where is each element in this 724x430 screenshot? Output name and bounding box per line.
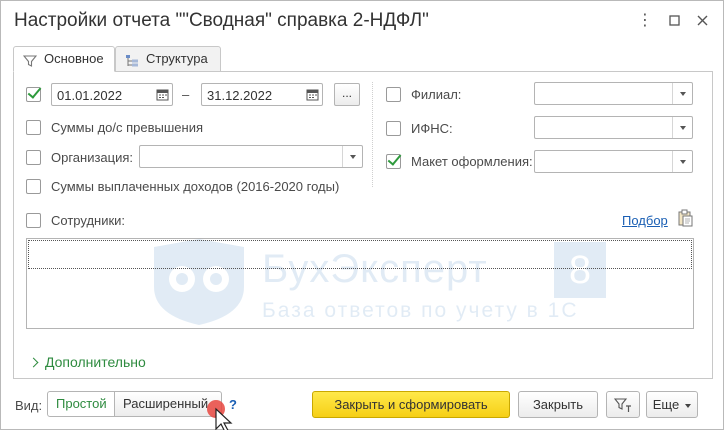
view-simple-button[interactable]: Простой [47, 391, 115, 417]
period-select-button[interactable]: ... [334, 83, 360, 106]
ifns-checkbox[interactable] [386, 121, 401, 136]
more-button-label: Еще [652, 397, 680, 412]
more-icon[interactable]: ⋮ [635, 11, 655, 31]
ifns-field[interactable] [534, 116, 693, 139]
employees-checkbox[interactable] [26, 213, 41, 228]
date-from-value: 01.01.2022 [57, 88, 123, 103]
organization-field[interactable] [139, 145, 363, 168]
close-button[interactable]: Закрыть [518, 391, 598, 418]
settings-panel: БухЭксперт 8 База ответов по учету в 1С … [13, 71, 713, 379]
column-divider [372, 82, 373, 187]
employees-table[interactable] [26, 238, 694, 329]
calendar-icon[interactable] [156, 88, 169, 101]
excess-sums-checkbox[interactable] [26, 120, 41, 135]
filter-t-icon[interactable] [606, 391, 640, 418]
ifns-label: ИФНС: [411, 121, 453, 136]
date-from-field[interactable]: 01.01.2022 [51, 83, 173, 106]
tab-main-label: Основное [44, 51, 104, 66]
calendar-icon[interactable] [306, 88, 319, 101]
close-and-generate-button[interactable]: Закрыть и сформировать [312, 391, 510, 418]
layout-checkbox[interactable] [386, 154, 401, 169]
chevron-right-icon [28, 357, 39, 368]
additional-section-toggle[interactable]: Дополнительно [28, 354, 146, 370]
more-button[interactable]: Еще [646, 391, 698, 418]
branch-field[interactable] [534, 82, 693, 105]
filter-icon [22, 52, 38, 67]
additional-label: Дополнительно [45, 354, 146, 370]
pick-link[interactable]: Подбор [622, 213, 668, 228]
table-row[interactable] [28, 240, 692, 269]
report-settings-window: Настройки отчета ""Сводная" справка 2-НД… [0, 0, 724, 430]
chevron-down-icon[interactable] [672, 83, 692, 104]
view-label: Вид: [15, 398, 43, 413]
close-icon[interactable] [693, 11, 713, 31]
maximize-icon[interactable] [665, 11, 685, 31]
titlebar: Настройки отчета ""Сводная" справка 2-НД… [1, 1, 723, 41]
date-to-field[interactable]: 31.12.2022 [201, 83, 323, 106]
excess-sums-label: Суммы до/с превышения [51, 120, 204, 135]
date-to-value: 31.12.2022 [207, 88, 273, 103]
period-checkbox[interactable] [26, 87, 41, 102]
employees-label: Сотрудники: [51, 213, 126, 228]
tab-main[interactable]: Основное [13, 46, 115, 72]
organization-label: Организация: [51, 150, 134, 165]
branch-label: Филиал: [411, 87, 462, 102]
paste-icon[interactable] [677, 209, 693, 227]
period-separator: – [182, 87, 190, 102]
window-title: Настройки отчета ""Сводная" справка 2-НД… [14, 10, 429, 31]
structure-icon [125, 52, 139, 67]
chevron-down-icon[interactable] [342, 146, 362, 167]
organization-checkbox[interactable] [26, 150, 41, 165]
paid-income-checkbox[interactable] [26, 179, 41, 194]
footer-bar: Вид: Простой Расширенный ? Закрыть и сфо… [1, 389, 723, 421]
chevron-down-icon[interactable] [672, 117, 692, 138]
tab-structure[interactable]: Структура [115, 46, 221, 72]
mouse-cursor-icon [207, 400, 233, 430]
chevron-down-icon [685, 403, 692, 408]
layout-field[interactable] [534, 150, 693, 173]
layout-label: Макет оформления: [411, 154, 533, 169]
branch-checkbox[interactable] [386, 87, 401, 102]
chevron-down-icon[interactable] [672, 151, 692, 172]
tab-structure-label: Структура [146, 51, 208, 66]
paid-income-label: Суммы выплаченных доходов (2016-2020 год… [51, 179, 340, 194]
